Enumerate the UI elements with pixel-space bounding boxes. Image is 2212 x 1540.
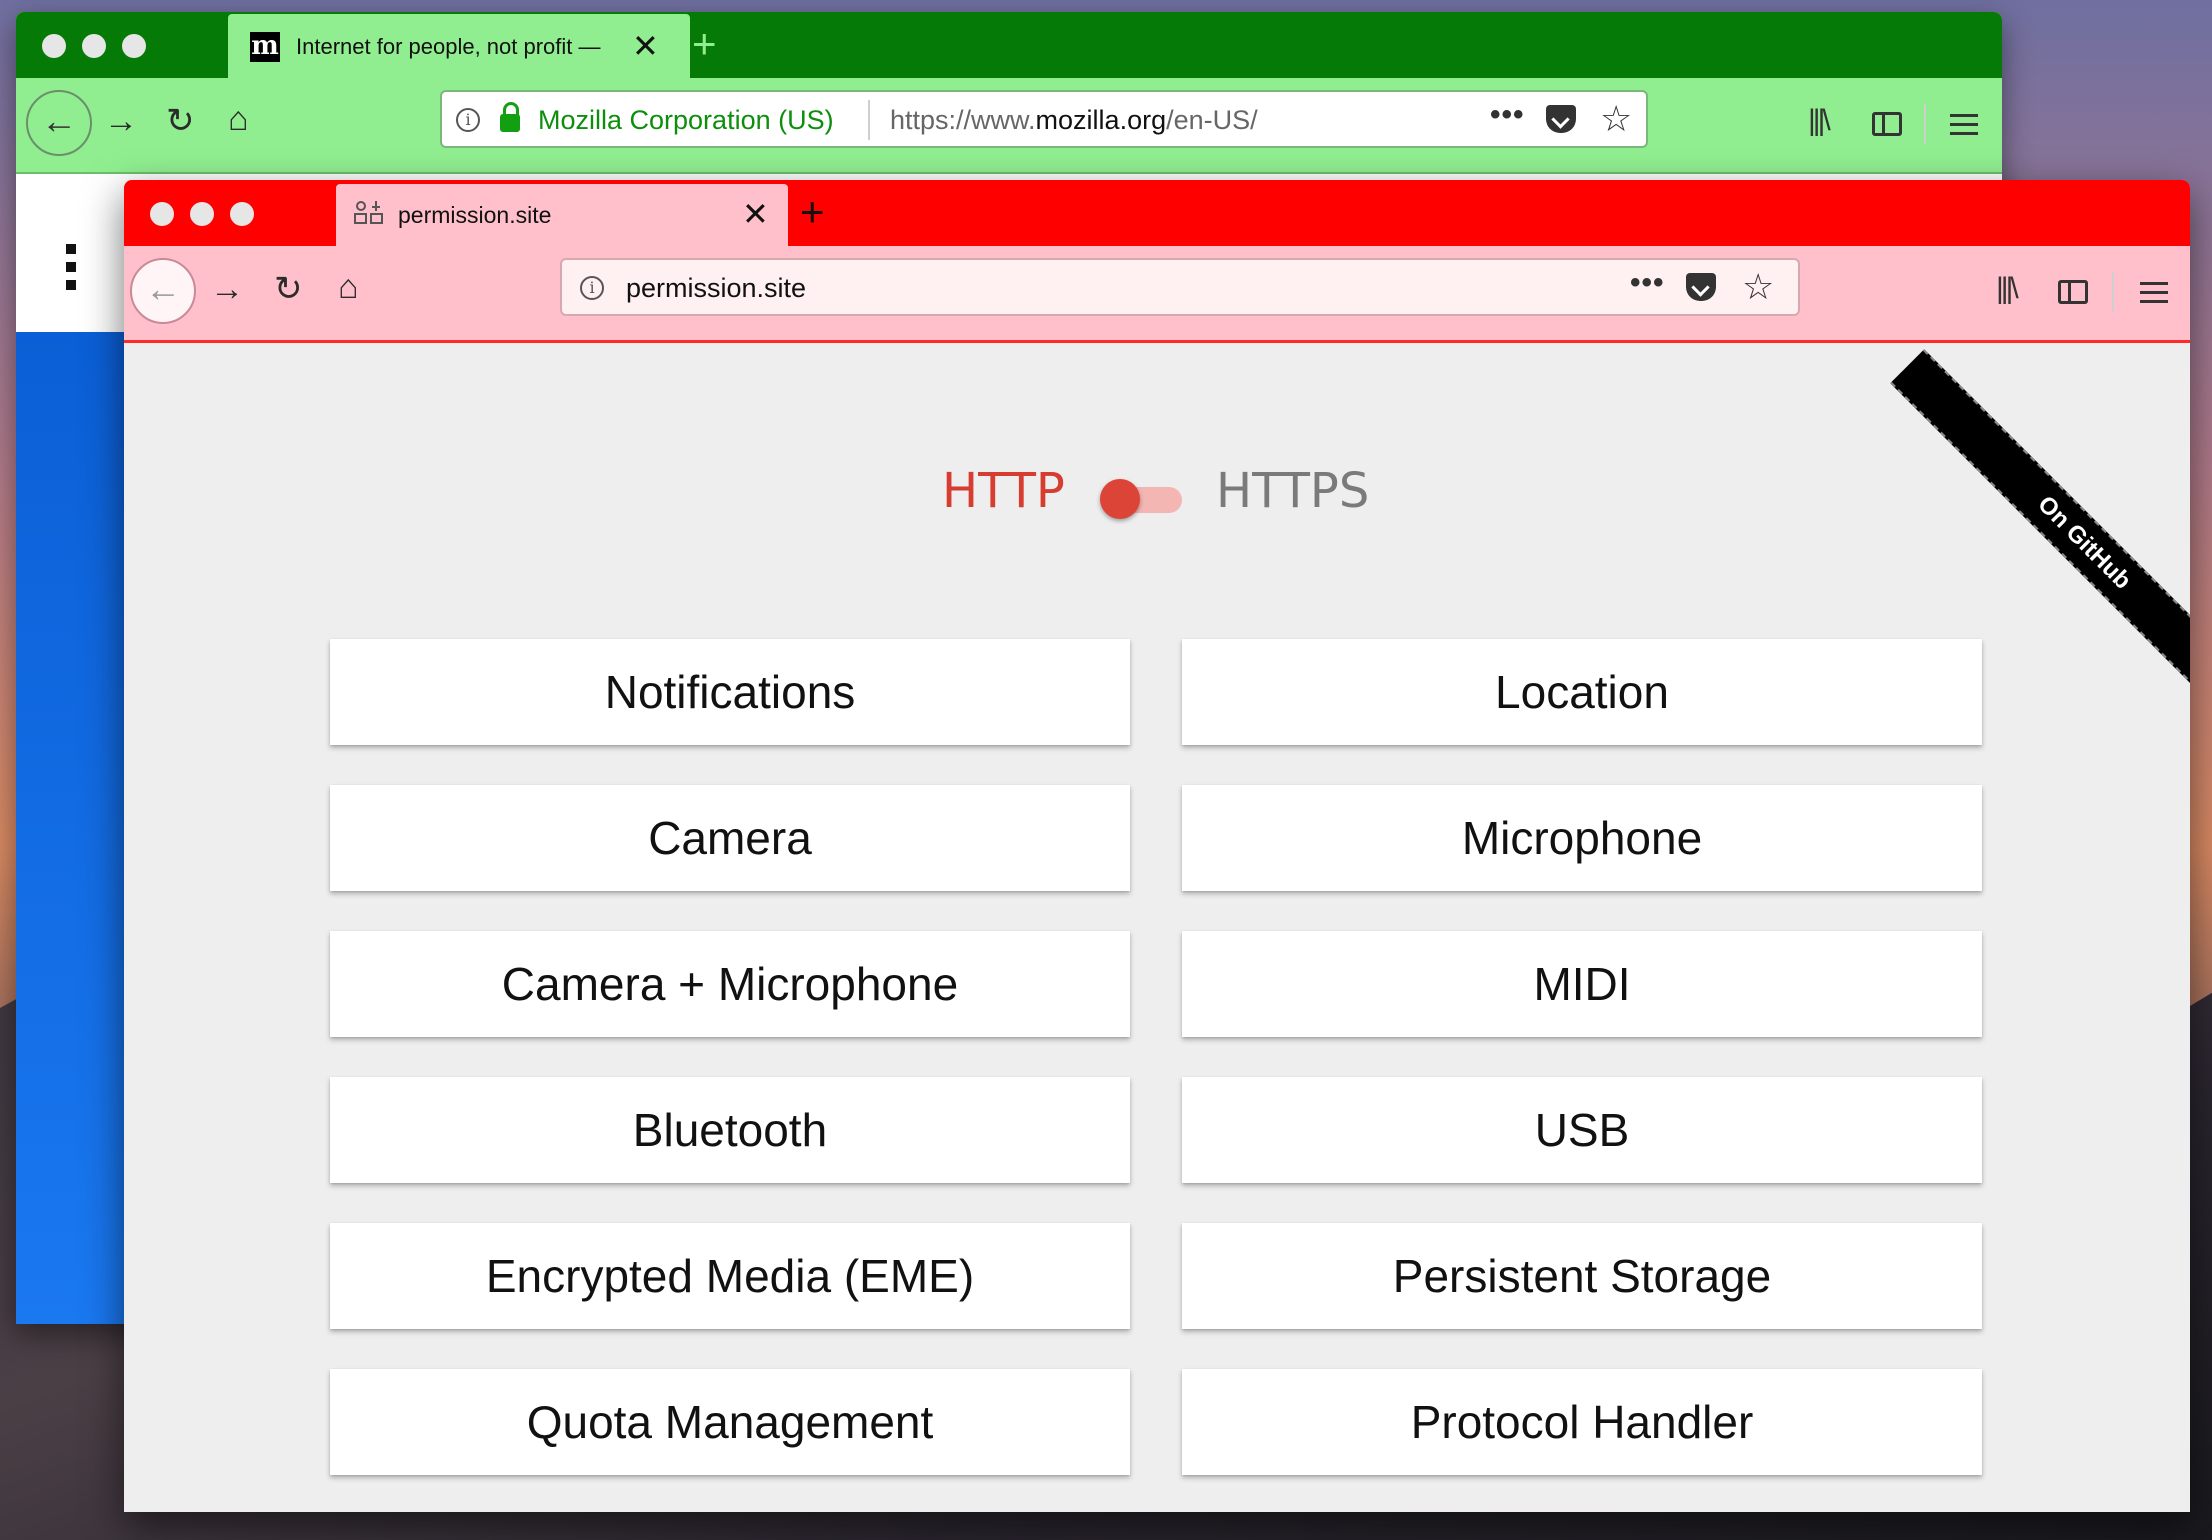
sidebar-icon[interactable] bbox=[2058, 280, 2088, 304]
title-bar[interactable]: permission.site ✕ + bbox=[124, 180, 2190, 246]
close-window-button[interactable] bbox=[42, 34, 66, 58]
protocol-handler-button[interactable]: Protocol Handler bbox=[1182, 1369, 1982, 1475]
close-tab-icon[interactable]: ✕ bbox=[742, 198, 769, 230]
url-suffix: /en-US/ bbox=[1166, 105, 1258, 135]
forward-button[interactable]: → bbox=[104, 104, 138, 138]
url-separator bbox=[868, 100, 870, 140]
quota-management-button[interactable]: Quota Management bbox=[330, 1369, 1130, 1475]
bookmark-star-icon[interactable]: ☆ bbox=[1600, 101, 1632, 137]
bluetooth-button[interactable]: Bluetooth bbox=[330, 1077, 1130, 1183]
more-menu-icon[interactable] bbox=[66, 244, 76, 298]
sidebar-icon[interactable] bbox=[1872, 112, 1902, 136]
title-bar[interactable]: m Internet for people, not profit — ✕ + bbox=[16, 12, 2002, 78]
url-prefix: https://www. bbox=[890, 105, 1036, 135]
url-domain: mozilla.org bbox=[1035, 105, 1167, 135]
identity-label[interactable]: Mozilla Corporation (US) bbox=[538, 105, 834, 136]
menu-icon[interactable] bbox=[1950, 114, 1978, 136]
pocket-icon[interactable] bbox=[1686, 273, 1716, 301]
close-window-button[interactable] bbox=[150, 202, 174, 226]
page-actions-icon[interactable]: ••• bbox=[1630, 266, 1665, 300]
protocol-http-label[interactable]: HTTP bbox=[942, 463, 1065, 519]
midi-button[interactable]: MIDI bbox=[1182, 931, 1982, 1037]
navigation-toolbar: ← → ↻ ⌂ i permission.site ••• ☆ |||\ bbox=[124, 246, 2190, 343]
window-controls bbox=[150, 202, 254, 226]
url-bar[interactable]: i Mozilla Corporation (US) https://www.m… bbox=[440, 90, 1648, 148]
browser-window-permission-site[interactable]: permission.site ✕ + ← → ↻ ⌂ i permission… bbox=[124, 180, 2190, 1512]
permission-buttons-grid: Notifications Location Camera Microphone… bbox=[330, 639, 1982, 1475]
back-button[interactable]: ← bbox=[26, 90, 92, 156]
library-icon[interactable]: |||\ bbox=[1808, 104, 1831, 138]
camera-microphone-button[interactable]: Camera + Microphone bbox=[330, 931, 1130, 1037]
tab-permission-site[interactable]: permission.site ✕ bbox=[336, 184, 788, 246]
info-icon[interactable]: i bbox=[456, 108, 480, 132]
url-text[interactable]: permission.site bbox=[626, 273, 806, 304]
notifications-button[interactable]: Notifications bbox=[330, 639, 1130, 745]
permission-site-favicon-icon bbox=[354, 201, 383, 224]
url-bar[interactable]: i permission.site ••• ☆ bbox=[560, 258, 1800, 316]
pocket-icon[interactable] bbox=[1546, 105, 1576, 133]
menu-icon[interactable] bbox=[2140, 282, 2168, 304]
minimize-window-button[interactable] bbox=[82, 34, 106, 58]
microphone-button[interactable]: Microphone bbox=[1182, 785, 1982, 891]
page-actions-icon[interactable]: ••• bbox=[1490, 98, 1525, 132]
minimize-window-button[interactable] bbox=[190, 202, 214, 226]
new-tab-button[interactable]: + bbox=[800, 190, 825, 234]
page-content: On GitHub HTTP HTTPS Notifications Locat… bbox=[124, 343, 2190, 1512]
zoom-window-button[interactable] bbox=[230, 202, 254, 226]
navigation-toolbar: ← → ↻ ⌂ i Mozilla Corporation (US) https… bbox=[16, 78, 2002, 174]
toolbar-separator bbox=[2112, 272, 2114, 312]
protocol-switch-thumb[interactable] bbox=[1100, 479, 1140, 519]
reload-button[interactable]: ↻ bbox=[166, 104, 195, 138]
lock-icon bbox=[500, 102, 520, 132]
persistent-storage-button[interactable]: Persistent Storage bbox=[1182, 1223, 1982, 1329]
tab-title: Internet for people, not profit — bbox=[296, 34, 601, 59]
home-button[interactable]: ⌂ bbox=[338, 270, 359, 304]
back-button[interactable]: ← bbox=[130, 258, 196, 324]
zoom-window-button[interactable] bbox=[122, 34, 146, 58]
home-button[interactable]: ⌂ bbox=[228, 102, 249, 136]
mozilla-favicon-icon: m bbox=[250, 31, 280, 62]
protocol-toggle-row: HTTP HTTPS bbox=[124, 463, 2190, 533]
tab-title: permission.site bbox=[398, 202, 552, 228]
encrypted-media-button[interactable]: Encrypted Media (EME) bbox=[330, 1223, 1130, 1329]
camera-button[interactable]: Camera bbox=[330, 785, 1130, 891]
location-button[interactable]: Location bbox=[1182, 639, 1982, 745]
toolbar-separator bbox=[1924, 104, 1926, 144]
info-icon[interactable]: i bbox=[580, 276, 604, 300]
library-icon[interactable]: |||\ bbox=[1996, 272, 2019, 306]
close-tab-icon[interactable]: ✕ bbox=[632, 30, 659, 62]
new-tab-button[interactable]: + bbox=[692, 22, 717, 66]
usb-button[interactable]: USB bbox=[1182, 1077, 1982, 1183]
protocol-https-label[interactable]: HTTPS bbox=[1216, 463, 1369, 519]
bookmark-star-icon[interactable]: ☆ bbox=[1742, 269, 1774, 305]
reload-button[interactable]: ↻ bbox=[274, 272, 303, 306]
url-text[interactable]: https://www.mozilla.org/en-US/ bbox=[890, 105, 1258, 136]
window-controls bbox=[42, 34, 146, 58]
tab-mozilla[interactable]: m Internet for people, not profit — ✕ bbox=[228, 14, 690, 78]
forward-button[interactable]: → bbox=[210, 272, 244, 306]
